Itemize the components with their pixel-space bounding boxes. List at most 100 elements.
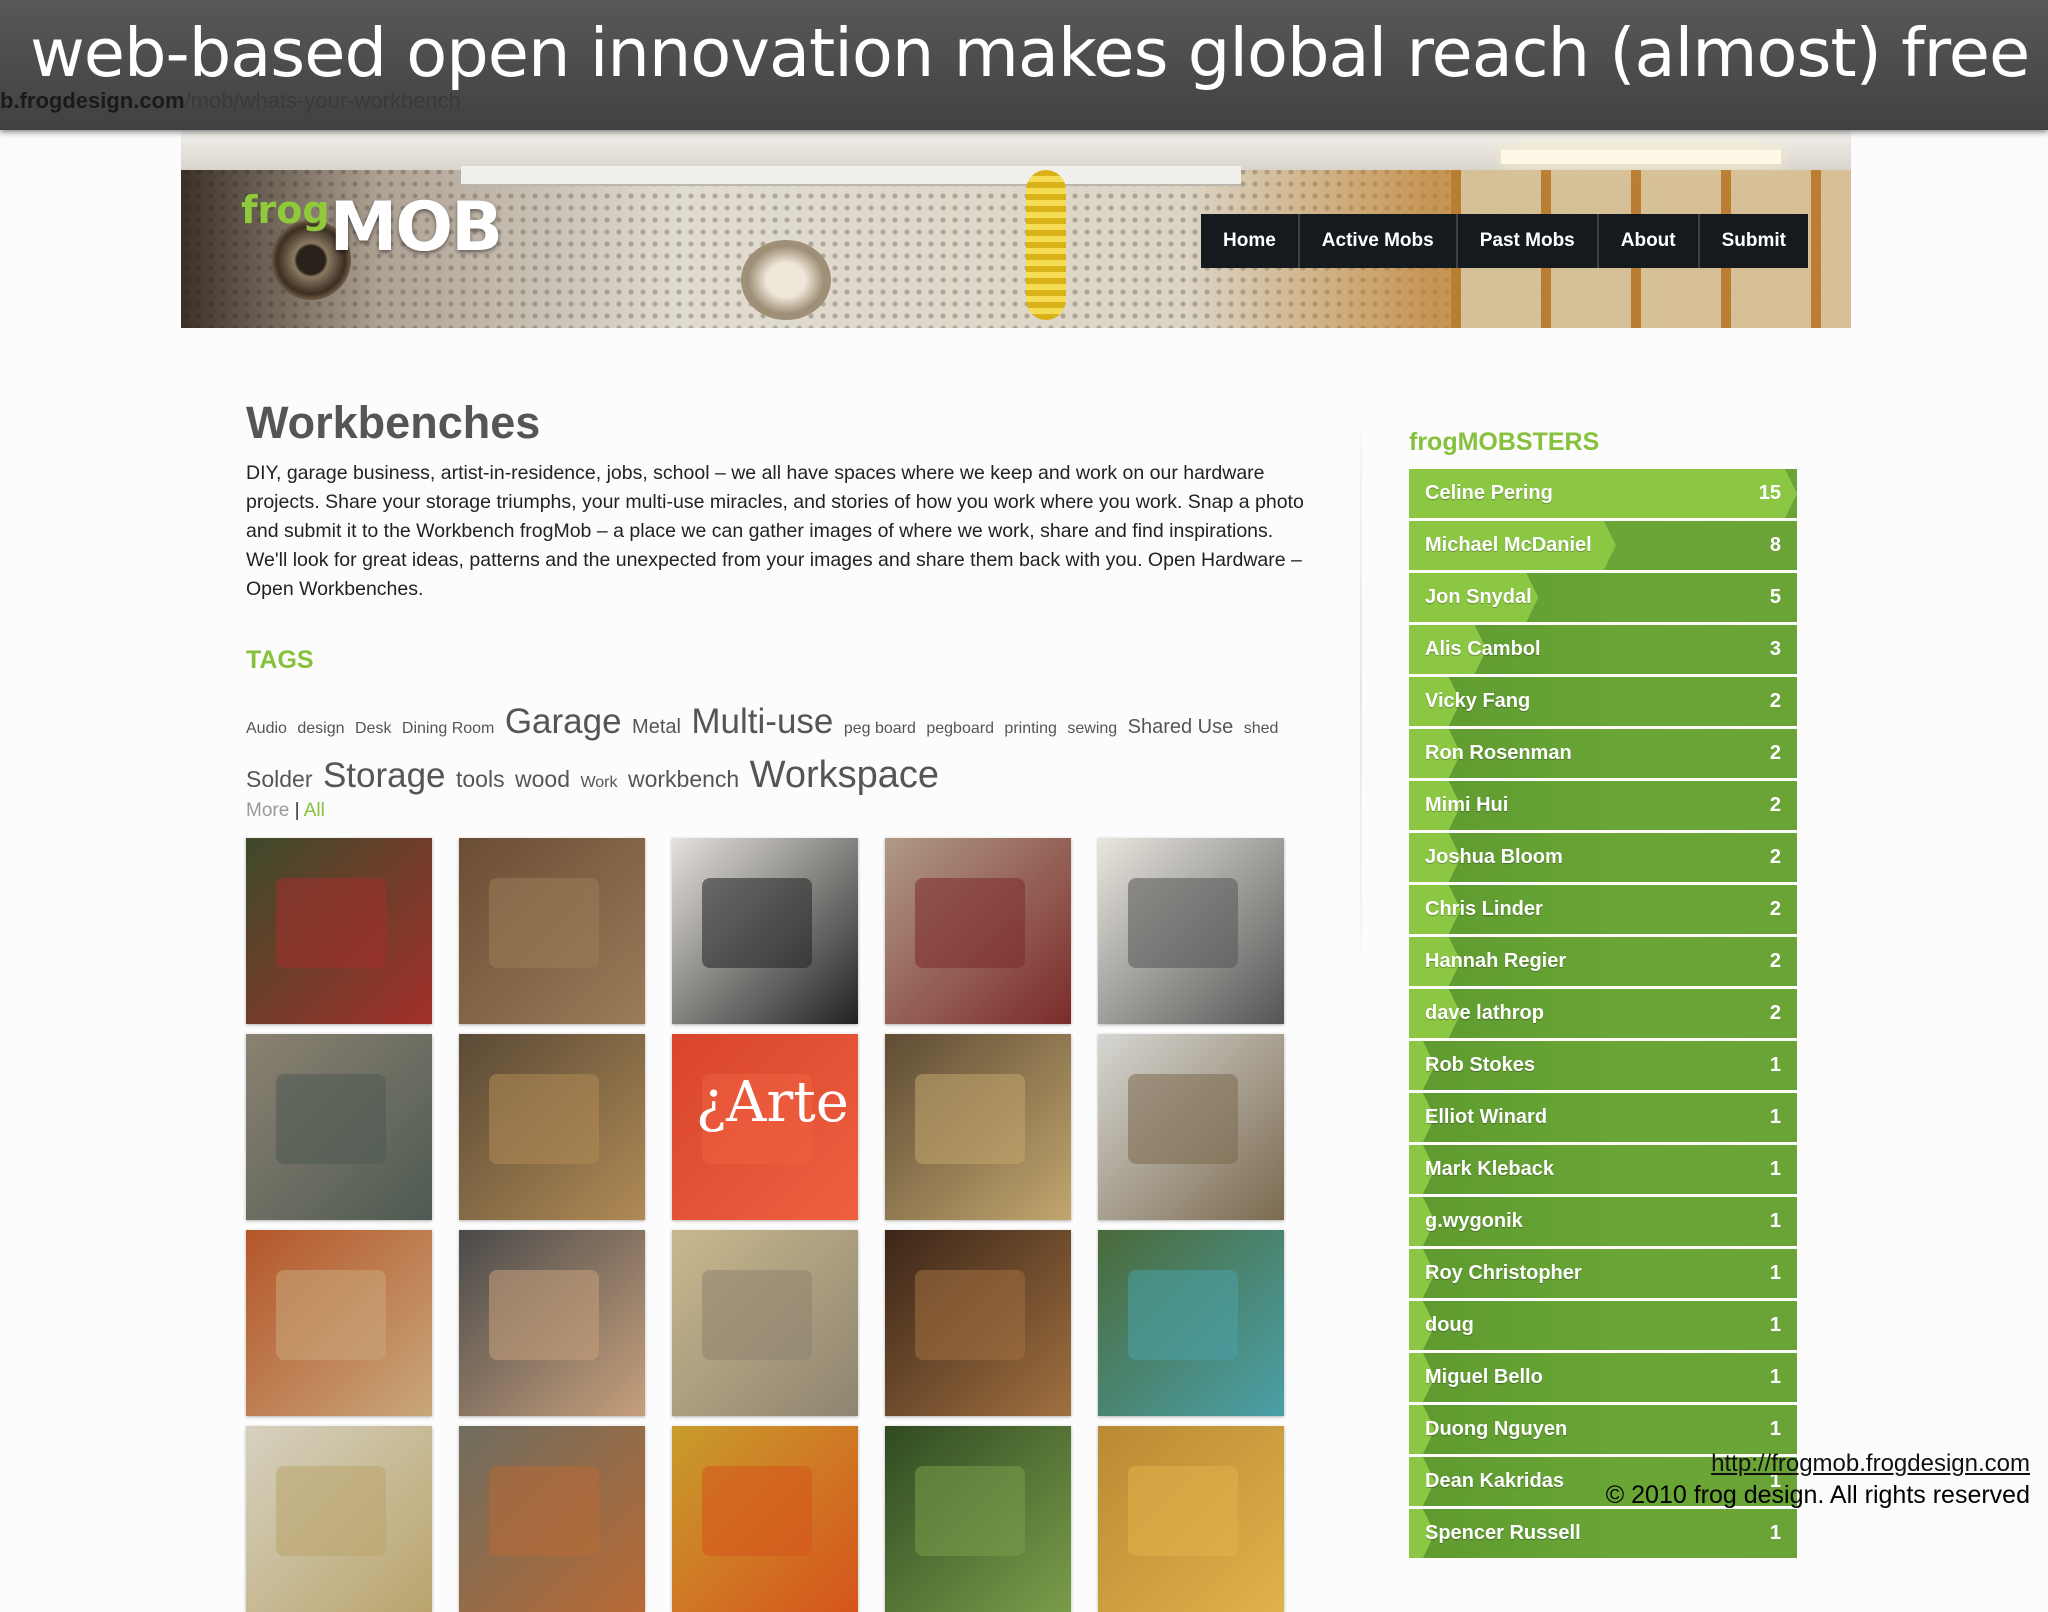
nav-past-mobs[interactable]: Past Mobs <box>1458 214 1599 268</box>
tag-link[interactable]: wood <box>515 766 570 792</box>
member-name: Mark Kleback <box>1425 1158 1554 1180</box>
tag-link[interactable]: Multi-use <box>691 702 833 741</box>
member-row[interactable]: Miguel Bello 1 <box>1409 1353 1797 1402</box>
workbench-photo-red-figure[interactable] <box>246 838 432 1024</box>
photo-detail-shape <box>489 1466 599 1556</box>
member-count: 8 <box>1769 534 1781 556</box>
member-row[interactable]: Jon Snydal 5 <box>1409 573 1797 622</box>
tag-link[interactable]: Audio <box>246 720 287 737</box>
tag-link[interactable]: Dining Room <box>402 720 494 737</box>
workbench-photo-tree-yard[interactable] <box>885 1426 1071 1612</box>
page-title: Workbenches <box>246 397 541 448</box>
member-name: Joshua Bloom <box>1425 846 1563 868</box>
member-count: 5 <box>1769 586 1781 608</box>
tag-link[interactable]: Solder <box>246 766 312 792</box>
member-row[interactable]: Elliot Winard 1 <box>1409 1093 1797 1142</box>
member-row[interactable]: Rob Stokes 1 <box>1409 1041 1797 1090</box>
member-count: 1 <box>1769 1106 1781 1128</box>
tag-link[interactable]: workbench <box>628 766 739 792</box>
member-row[interactable]: dave lathrop 2 <box>1409 989 1797 1038</box>
member-row[interactable]: Vicky Fang 2 <box>1409 677 1797 726</box>
workbench-photo-garage-bench[interactable] <box>459 1034 645 1220</box>
member-name: Chris Linder <box>1425 898 1543 920</box>
main-nav: Home Active Mobs Past Mobs About Submit <box>1201 214 1809 268</box>
workbench-photo-cat-desk[interactable] <box>459 1230 645 1416</box>
nav-home[interactable]: Home <box>1201 214 1300 268</box>
tag-link[interactable]: Workspace <box>750 754 939 796</box>
photo-detail-shape <box>1128 878 1238 968</box>
frogmob-logo[interactable]: frogMOB <box>241 188 503 267</box>
tag-link[interactable]: Storage <box>323 756 446 795</box>
workbench-photo-bandsaw[interactable] <box>246 1034 432 1220</box>
tag-link[interactable]: Work <box>580 774 617 791</box>
workbench-photo-loft-table[interactable] <box>459 1426 645 1612</box>
banner-lamp-photo <box>1501 150 1781 164</box>
workbench-photo-office-room[interactable] <box>1098 1034 1284 1220</box>
nav-submit[interactable]: Submit <box>1700 214 1808 268</box>
tag-link[interactable]: shed <box>1244 720 1279 737</box>
tag-link[interactable]: pegboard <box>926 720 994 737</box>
member-row[interactable]: Michael McDaniel 8 <box>1409 521 1797 570</box>
banner-drum-photo <box>741 240 831 320</box>
tag-link[interactable]: Desk <box>355 720 391 737</box>
nav-active-mobs[interactable]: Active Mobs <box>1300 214 1458 268</box>
member-row[interactable]: Roy Christopher 1 <box>1409 1249 1797 1298</box>
tag-link[interactable]: tools <box>456 766 505 792</box>
member-row[interactable]: Spencer Russell 1 <box>1409 1509 1797 1558</box>
workbench-photo-tool-rack[interactable] <box>459 838 645 1024</box>
member-row[interactable]: Mark Kleback 1 <box>1409 1145 1797 1194</box>
member-count: 1 <box>1769 1418 1781 1440</box>
member-name: Duong Nguyen <box>1425 1418 1568 1440</box>
photo-detail-shape <box>702 1466 812 1556</box>
photo-detail-shape <box>915 1074 1025 1164</box>
tag-link[interactable]: Garage <box>505 702 622 741</box>
member-row[interactable]: Celine Pering 15 <box>1409 469 1797 518</box>
member-row[interactable]: Alis Cambol 3 <box>1409 625 1797 674</box>
workbench-photo-garage-shelves[interactable] <box>246 1426 432 1612</box>
workbench-photo-wood-shop[interactable] <box>246 1230 432 1416</box>
workbench-photo-yellow-shed[interactable] <box>672 1426 858 1612</box>
photo-detail-shape <box>915 1466 1025 1556</box>
workbench-photo-arte-bus[interactable]: ¿Arte <box>672 1034 858 1220</box>
workbench-photo-plant-table[interactable] <box>1098 1230 1284 1416</box>
member-name: Michael McDaniel <box>1425 534 1592 556</box>
tag-link[interactable]: design <box>297 720 344 737</box>
photo-detail-shape <box>489 1270 599 1360</box>
tag-link[interactable]: Metal <box>632 716 681 738</box>
workbench-photo-bookshelf[interactable] <box>885 1034 1071 1220</box>
tag-link[interactable]: peg board <box>844 720 916 737</box>
member-name: Hannah Regier <box>1425 950 1567 972</box>
member-row[interactable]: Ron Rosenman 2 <box>1409 729 1797 778</box>
logo-frog-text: frog <box>241 188 330 232</box>
member-row[interactable]: Hannah Regier 2 <box>1409 937 1797 986</box>
member-count: 2 <box>1769 950 1781 972</box>
nav-about[interactable]: About <box>1599 214 1700 268</box>
tag-cloud: Audio design Desk Dining Room Garage Met… <box>246 699 1321 806</box>
tag-link[interactable]: Shared Use <box>1128 716 1234 738</box>
tag-link-separator: | <box>294 800 300 821</box>
tag-link[interactable]: sewing <box>1067 720 1117 737</box>
photo-gallery: ¿Arte <box>246 838 1286 1612</box>
workbench-photo-kitchen-shop[interactable] <box>672 1230 858 1416</box>
member-row[interactable]: Duong Nguyen 1 <box>1409 1405 1797 1454</box>
member-row[interactable]: Mimi Hui 2 <box>1409 781 1797 830</box>
member-row[interactable]: g.wygonik 1 <box>1409 1197 1797 1246</box>
member-count: 1 <box>1769 1314 1781 1336</box>
credit-url-link[interactable]: http://frogmob.frogdesign.com <box>1606 1450 2030 1478</box>
workbench-photo-sewing-corner[interactable] <box>885 838 1071 1024</box>
banner-air-hose-photo <box>1026 170 1066 320</box>
all-tags-link[interactable]: All <box>304 800 325 821</box>
workbench-photo-wrench-wall[interactable] <box>672 838 858 1024</box>
workbench-photo-dark-workshop[interactable] <box>885 1230 1071 1416</box>
member-name: dave lathrop <box>1425 1002 1544 1024</box>
tag-link[interactable]: printing <box>1004 720 1056 737</box>
workbench-photo-pegboard-tools[interactable] <box>1098 838 1284 1024</box>
member-row[interactable]: Joshua Bloom 2 <box>1409 833 1797 882</box>
workbench-photo-yellow-art[interactable] <box>1098 1426 1284 1612</box>
member-row[interactable]: Chris Linder 2 <box>1409 885 1797 934</box>
credit-copyright: © 2010 frog design. All rights reserved <box>1605 1481 2030 1509</box>
member-row[interactable]: doug 1 <box>1409 1301 1797 1350</box>
more-tags-link[interactable]: More <box>246 800 289 821</box>
column-divider <box>1360 430 1362 950</box>
member-count: 1 <box>1769 1158 1781 1180</box>
